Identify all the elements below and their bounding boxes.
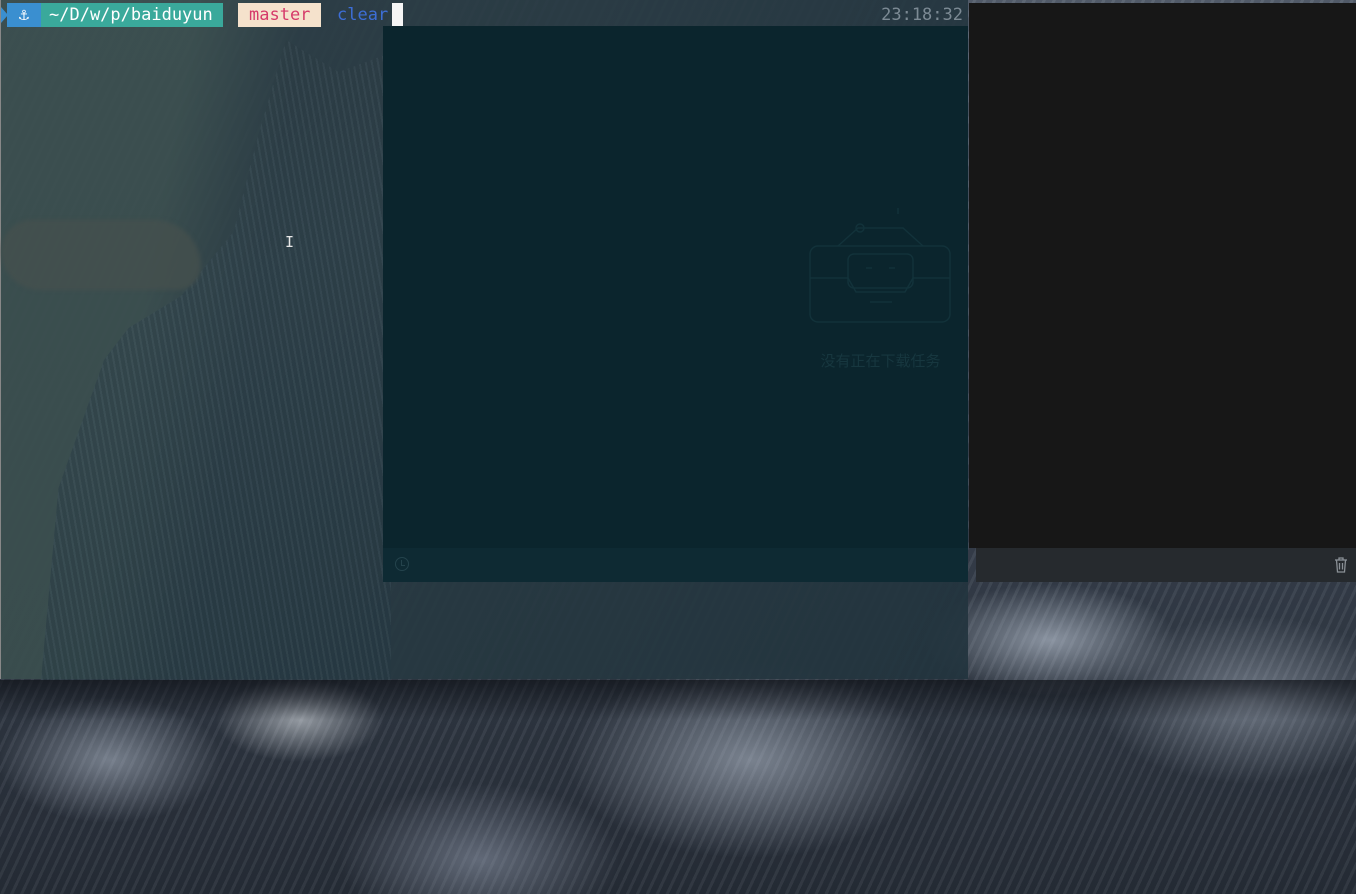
command-input[interactable]: clear [337, 3, 388, 27]
trash-icon[interactable] [1334, 557, 1348, 573]
history-icon[interactable] [395, 557, 409, 571]
mouse-ibeam-cursor-icon: I [285, 233, 295, 251]
anchor-icon: ⚓ [7, 3, 41, 27]
empty-downloads-message: 没有正在下载任务 [820, 352, 941, 370]
prompt-line[interactable]: ⚓ ~/D/w/p/baiduyun master clear 23:18:32 [1, 3, 969, 27]
prompt-clock: 23:18:32 [881, 5, 963, 25]
wallpaper-ridge [0, 680, 1356, 720]
side-panel [969, 3, 1356, 548]
prompt-path: ~/D/w/p/baiduyun [41, 3, 223, 27]
empty-inbox-icon [809, 208, 951, 323]
terminal-background-cliff [41, 40, 391, 680]
download-manager-window: 没有正在下载任务 [383, 26, 968, 582]
text-cursor [392, 3, 403, 27]
terminal-background-cloud [1, 220, 201, 290]
git-branch: master [238, 3, 322, 27]
download-manager-footer [383, 548, 968, 582]
side-panel-footer [976, 548, 1356, 582]
